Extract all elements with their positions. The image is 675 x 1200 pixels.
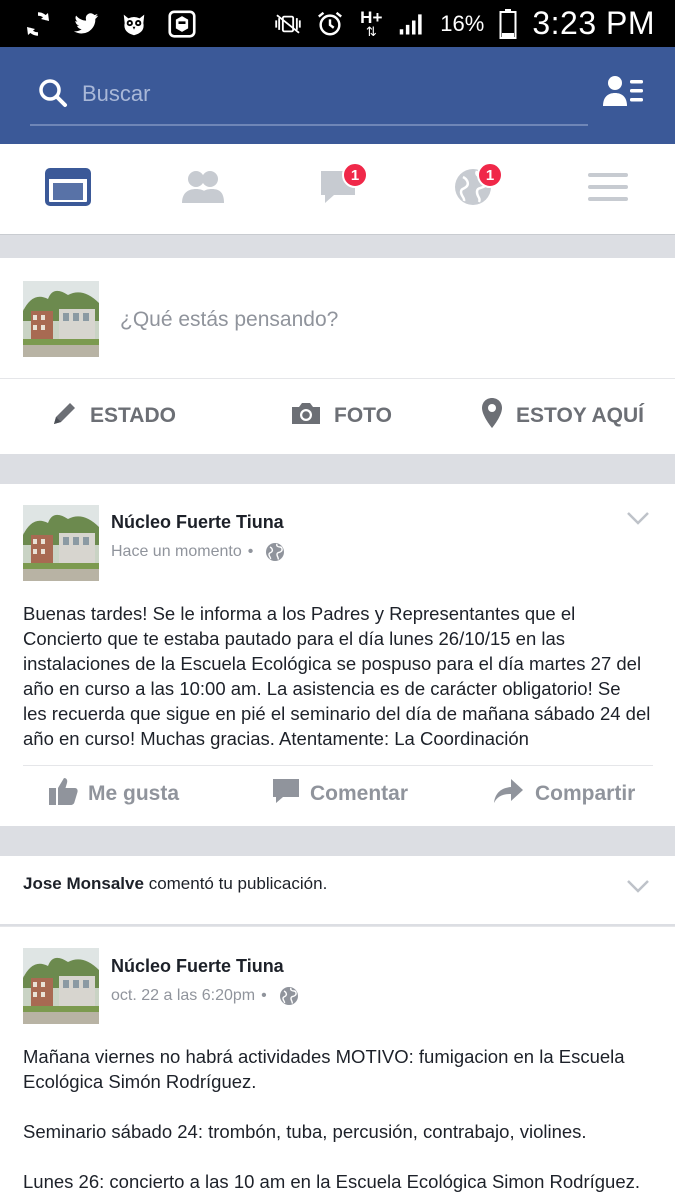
search-input[interactable]	[82, 78, 562, 110]
camera-icon	[290, 400, 322, 432]
thumbs-up-icon	[48, 776, 78, 812]
tab-friend-requests[interactable]	[135, 144, 270, 235]
chevron-down-icon[interactable]	[626, 878, 650, 894]
notice-text[interactable]: Jose Monsalve comentó tu publicación.	[23, 874, 327, 894]
pencil-icon	[52, 400, 78, 432]
vibrate-mute-icon	[274, 10, 302, 38]
status-button[interactable]: ESTADO	[52, 398, 176, 434]
signal-icon	[398, 10, 426, 38]
status-bar: H+ ⇅ 16% 3:23 PM	[0, 0, 675, 47]
post-time[interactable]: Hace un momento	[111, 543, 242, 561]
messages-badge: 1	[342, 162, 368, 188]
post-author[interactable]: Núcleo Fuerte Tiuna	[111, 956, 284, 977]
meta-separator: •	[261, 986, 267, 1004]
divider	[0, 378, 675, 379]
composer-prompt[interactable]: ¿Qué estás pensando?	[120, 308, 338, 332]
share-label: Compartir	[535, 782, 636, 805]
chevron-down-icon[interactable]	[626, 510, 650, 526]
post-meta: oct. 22 a las 6:20pm •	[111, 980, 299, 1011]
tab-more[interactable]	[540, 144, 675, 235]
hplus-data-icon: H+ ⇅	[360, 7, 383, 39]
post-time[interactable]: oct. 22 a las 6:20pm	[111, 987, 255, 1005]
battery-icon	[498, 8, 518, 39]
post-text: Buenas tardes! Se le informa a los Padre…	[23, 603, 651, 749]
checkin-label: ESTOY AQUÍ	[516, 404, 644, 427]
search-icon[interactable]	[38, 78, 68, 108]
post-avatar[interactable]	[23, 948, 99, 1024]
post-meta: Hace un momento •	[111, 536, 285, 567]
location-pin-icon	[480, 397, 504, 435]
clock: 3:23 PM	[532, 5, 655, 41]
contacts-icon[interactable]	[603, 74, 645, 108]
post-avatar[interactable]	[23, 505, 99, 581]
photo-label: FOTO	[334, 404, 392, 427]
owl-icon	[120, 10, 148, 38]
notifications-badge: 1	[477, 162, 503, 188]
status-label: ESTADO	[90, 404, 176, 427]
comment-label: Comentar	[310, 782, 409, 805]
tab-messages[interactable]: 1	[270, 144, 405, 235]
like-button[interactable]: Me gusta	[48, 776, 179, 812]
tab-bar: 1 1	[0, 144, 675, 235]
sync-icon	[24, 10, 52, 38]
notice-message: comentó tu publicación.	[148, 874, 328, 893]
comment-button[interactable]: Comentar	[272, 776, 408, 812]
meta-separator: •	[247, 542, 254, 560]
public-globe-icon	[265, 542, 285, 567]
post-author[interactable]: Núcleo Fuerte Tiuna	[111, 512, 284, 533]
battery-percent: 16%	[440, 10, 485, 36]
search-underline	[30, 124, 588, 126]
post-text: Mañana viernes no habrá actividades MOTI…	[23, 1046, 641, 1192]
avatar[interactable]	[23, 281, 99, 357]
public-globe-icon	[279, 986, 299, 1011]
share-arrow-icon	[493, 777, 525, 811]
comment-icon	[272, 777, 300, 811]
like-label: Me gusta	[88, 782, 180, 805]
photo-button[interactable]: FOTO	[290, 398, 392, 434]
divider	[23, 765, 653, 766]
share-button[interactable]: Compartir	[493, 776, 635, 812]
notice-actor: Jose Monsalve	[23, 874, 144, 893]
tab-news-feed[interactable]	[0, 144, 135, 235]
tab-notifications[interactable]: 1	[405, 144, 540, 235]
friends-icon	[180, 169, 226, 210]
menu-icon	[587, 170, 629, 209]
twitter-icon	[72, 10, 100, 38]
alarm-icon	[316, 10, 344, 38]
app-icon	[168, 9, 196, 38]
checkin-button[interactable]: ESTOY AQUÍ	[480, 398, 644, 434]
news-feed-icon	[44, 168, 91, 211]
